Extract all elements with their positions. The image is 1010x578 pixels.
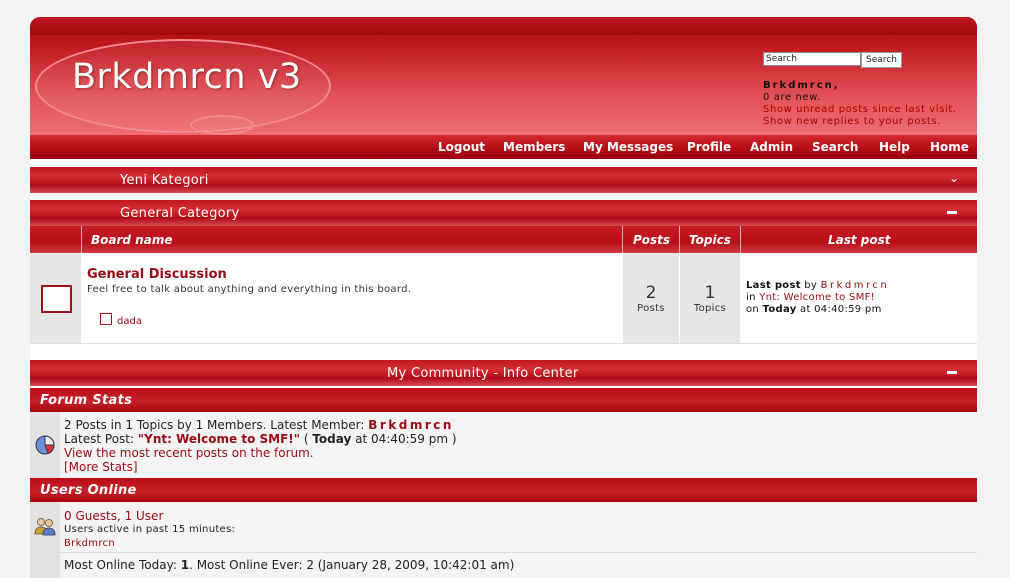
- board-description: Feel free to talk about anything and eve…: [87, 284, 412, 295]
- forum-header: Brkdmrcn v3 Search Search Brkdmrcn, 0 ar…: [30, 17, 977, 135]
- nav-my-messages[interactable]: My Messages: [583, 140, 673, 154]
- divider: [30, 552, 977, 553]
- forum-stats-text: 2 Posts in 1 Topics by 1 Members. Latest…: [64, 418, 457, 474]
- forum-stats-box: 2 Posts in 1 Topics by 1 Members. Latest…: [30, 412, 977, 478]
- pie-chart-icon: [35, 435, 55, 455]
- col-posts: Posts: [633, 233, 671, 247]
- latest-post-open: (: [303, 432, 309, 446]
- info-center-bar[interactable]: My Community - Info Center: [30, 360, 977, 386]
- chevron-down-icon[interactable]: ⌄: [949, 171, 959, 185]
- users-online-text: 0 Guests, 1 User Users active in past 15…: [64, 509, 235, 551]
- latest-post-today: Today: [312, 432, 352, 446]
- most-online-ever: . Most Online Ever: 2 (January 28, 2009,…: [189, 558, 515, 572]
- collapse-icon[interactable]: [947, 211, 957, 214]
- board-row: General Discussion Feel free to talk abo…: [30, 253, 977, 344]
- info-center-title: My Community - Info Center: [387, 366, 579, 381]
- nav-search[interactable]: Search: [812, 140, 858, 154]
- board-icon-cell: [30, 253, 81, 343]
- category-general[interactable]: General Category: [30, 200, 977, 226]
- stats-icon-cell: [30, 412, 60, 478]
- posts-label: Posts: [637, 303, 665, 314]
- stats-line: 2 Posts in 1 Topics by 1 Members. Latest…: [64, 418, 365, 432]
- collapse-icon[interactable]: [947, 371, 957, 374]
- active-user-link[interactable]: Brkdmrcn: [64, 537, 235, 551]
- on-text: on: [746, 304, 760, 315]
- category-yeni-kategori[interactable]: Yeni Kategori ⌄: [30, 167, 977, 193]
- most-online-icon-cell: [30, 553, 60, 578]
- forum-logo[interactable]: Brkdmrcn v3: [72, 57, 302, 97]
- posts-cell: 2 Posts: [623, 253, 679, 343]
- last-post-info: Last post by Brkdmrcn in Ynt: Welcome to…: [746, 280, 889, 316]
- more-stats-link[interactable]: [More Stats]: [64, 460, 457, 474]
- logo-cloud-tail: [190, 115, 254, 135]
- last-post-time: at 04:40:59 pm: [800, 304, 882, 315]
- new-replies-link[interactable]: Show new replies to your posts.: [763, 116, 957, 128]
- col-board-name: Board name: [91, 233, 173, 247]
- search-button[interactable]: Search: [861, 52, 902, 68]
- child-board-link[interactable]: dada: [117, 316, 142, 327]
- new-count: 0 are new.: [763, 92, 821, 103]
- by-text: by: [804, 280, 818, 291]
- topics-cell: 1 Topics: [680, 253, 740, 343]
- last-post-topic-link[interactable]: Ynt: Welcome to SMF!: [759, 292, 875, 303]
- users-online-icon: [34, 518, 56, 536]
- nav-admin[interactable]: Admin: [750, 140, 793, 154]
- users-online-bar: Users Online: [30, 478, 977, 502]
- board-name-link[interactable]: General Discussion: [87, 267, 227, 282]
- nav-logout[interactable]: Logout: [438, 140, 485, 154]
- recent-posts-link[interactable]: View the most recent posts on the forum.: [64, 446, 457, 460]
- last-post-label: Last post: [746, 280, 801, 291]
- most-online-today-count: 1: [180, 558, 190, 572]
- most-online-label: Most Online Today:: [64, 558, 177, 572]
- username: Brkdmrcn,: [763, 80, 840, 91]
- nav-home[interactable]: Home: [930, 140, 969, 154]
- category-title[interactable]: Yeni Kategori: [120, 173, 209, 188]
- topics-label: Topics: [693, 303, 727, 314]
- header-top-cap: [30, 17, 977, 35]
- latest-post-label: Latest Post:: [64, 432, 135, 446]
- category-title[interactable]: General Category: [120, 206, 240, 221]
- forum-page: Brkdmrcn v3 Search Search Brkdmrcn, 0 ar…: [30, 17, 977, 578]
- forum-stats-bar: Forum Stats: [30, 388, 977, 412]
- board-status-icon: [41, 285, 72, 313]
- forum-stats-title: Forum Stats: [40, 393, 133, 408]
- nav-members[interactable]: Members: [503, 140, 565, 154]
- active-note: Users active in past 15 minutes:: [64, 524, 236, 535]
- search-input[interactable]: Search: [763, 52, 861, 66]
- board-table-header: Board name Posts Topics Last post: [30, 226, 977, 253]
- users-icon-cell: [30, 502, 60, 552]
- today-text: Today: [762, 304, 797, 315]
- user-info: Brkdmrcn, 0 are new. Show unread posts s…: [763, 80, 957, 128]
- col-last-post: Last post: [828, 233, 891, 247]
- latest-member-link[interactable]: Brkdmrcn: [368, 418, 454, 432]
- topics-count: 1: [704, 283, 716, 303]
- nav-help[interactable]: Help: [879, 140, 910, 154]
- nav-profile[interactable]: Profile: [687, 140, 731, 154]
- posts-count: 2: [645, 283, 657, 303]
- most-online-text: Most Online Today: 1. Most Online Ever: …: [64, 558, 514, 572]
- guests-users-link[interactable]: 0 Guests, 1 User: [64, 509, 235, 523]
- in-text: in: [746, 292, 756, 303]
- main-nav: Logout Members My Messages Profile Admin…: [30, 135, 977, 159]
- users-online-title: Users Online: [40, 483, 137, 498]
- latest-post-link[interactable]: "Ynt: Welcome to SMF!": [138, 432, 300, 446]
- latest-post-time: at 04:40:59 pm ): [355, 432, 457, 446]
- users-online-box: 0 Guests, 1 User Users active in past 15…: [30, 502, 977, 578]
- col-topics: Topics: [689, 233, 731, 247]
- last-post-author-link[interactable]: Brkdmrcn: [821, 280, 890, 291]
- child-board-icon: [100, 313, 112, 325]
- unread-posts-link[interactable]: Show unread posts since last visit.: [763, 104, 957, 116]
